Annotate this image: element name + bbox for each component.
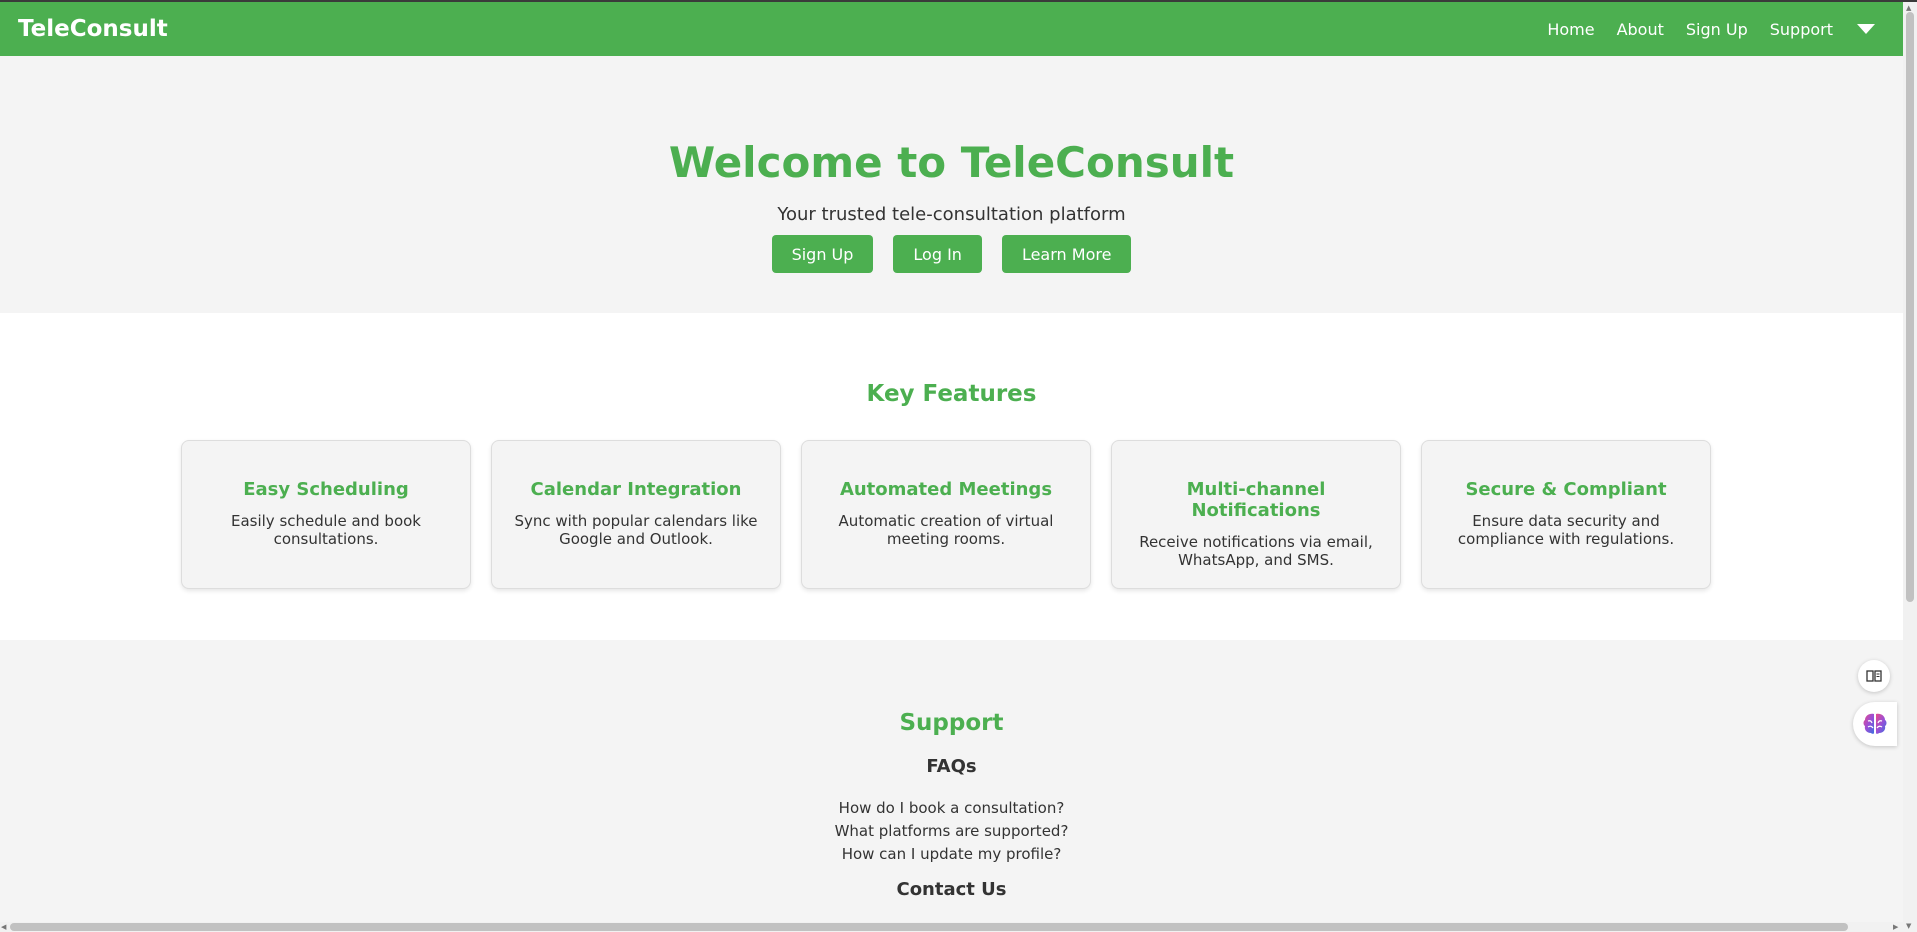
- nav-links: Home About Sign Up Support: [1547, 20, 1885, 39]
- feature-card-description: Ensure data security and compliance with …: [1457, 512, 1675, 548]
- vertical-scrollbar[interactable]: ▲ ▼: [1903, 2, 1917, 932]
- faq-item: What platforms are supported?: [834, 822, 1069, 840]
- faqs-heading: FAQs: [926, 756, 977, 777]
- learn-more-button[interactable]: Learn More: [1001, 235, 1132, 273]
- support-section: Support FAQs How do I book a consultatio…: [0, 640, 1903, 922]
- scroll-left-icon[interactable]: ◀: [1, 923, 6, 931]
- feature-card-title: Secure & Compliant: [1465, 479, 1667, 500]
- support-title: Support: [899, 710, 1004, 736]
- faq-item: How can I update my profile?: [841, 845, 1062, 863]
- brain-icon: [1863, 713, 1887, 734]
- hero-title: Welcome to TeleConsult: [668, 138, 1235, 187]
- book-reader-icon: [1866, 670, 1882, 682]
- hero-section: Welcome to TeleConsult Your trusted tele…: [0, 56, 1903, 313]
- nav-home-link[interactable]: Home: [1547, 20, 1594, 39]
- chevron-down-icon[interactable]: [1857, 24, 1875, 34]
- nav-signup-link[interactable]: Sign Up: [1686, 20, 1748, 39]
- vertical-scrollbar-thumb[interactable]: [1906, 12, 1914, 602]
- scroll-up-icon[interactable]: ▲: [1906, 4, 1911, 12]
- feature-card-title: Multi-channel Notifications: [1186, 479, 1326, 521]
- hero-subtitle: Your trusted tele-consultation platform: [777, 204, 1126, 225]
- feature-cards: Easy Scheduling Easily schedule and book…: [181, 440, 1711, 589]
- feature-card-calendar-integration: Calendar Integration Sync with popular c…: [491, 440, 781, 589]
- contact-us-heading: Contact Us: [896, 879, 1007, 900]
- horizontal-scrollbar-thumb[interactable]: [10, 923, 1848, 931]
- feature-card-title: Easy Scheduling: [243, 479, 409, 500]
- ai-assistant-float-button[interactable]: [1853, 702, 1897, 746]
- feature-card-title: Calendar Integration: [530, 479, 742, 500]
- faq-list: How do I book a consultation? What platf…: [0, 797, 1903, 866]
- navbar: TeleConsult Home About Sign Up Support: [0, 2, 1903, 56]
- feature-card-description: Easily schedule and book consultations.: [230, 512, 421, 548]
- feature-card-description: Sync with popular calendars like Google a…: [514, 512, 758, 548]
- signup-button[interactable]: Sign Up: [771, 235, 874, 273]
- feature-card-secure-compliant: Secure & Compliant Ensure data security …: [1421, 440, 1711, 589]
- features-title: Key Features: [866, 381, 1037, 407]
- nav-about-link[interactable]: About: [1617, 20, 1664, 39]
- scroll-right-icon[interactable]: ▶: [1893, 923, 1898, 931]
- feature-card-description: Receive notifications via email, WhatsApp…: [1139, 533, 1373, 569]
- login-button[interactable]: Log In: [893, 235, 982, 273]
- brand-logo[interactable]: TeleConsult: [18, 16, 168, 42]
- feature-card-multi-channel-notifications: Multi-channel Notifications Receive noti…: [1111, 440, 1401, 589]
- feature-card-automated-meetings: Automated Meetings Automatic creation of…: [801, 440, 1091, 589]
- feature-card-title: Automated Meetings: [839, 479, 1053, 500]
- horizontal-scrollbar[interactable]: ◀ ▶: [0, 922, 1903, 932]
- nav-support-link[interactable]: Support: [1770, 20, 1833, 39]
- features-section: Key Features Easy Scheduling Easily sche…: [0, 313, 1903, 640]
- hero-buttons: Sign Up Log In Learn More: [0, 235, 1903, 273]
- faq-item: How do I book a consultation?: [838, 799, 1065, 817]
- scroll-down-icon[interactable]: ▼: [1906, 922, 1911, 930]
- reader-float-button[interactable]: [1858, 660, 1890, 692]
- feature-card-easy-scheduling: Easy Scheduling Easily schedule and book…: [181, 440, 471, 589]
- feature-card-description: Automatic creation of virtual meeting roo…: [838, 512, 1054, 548]
